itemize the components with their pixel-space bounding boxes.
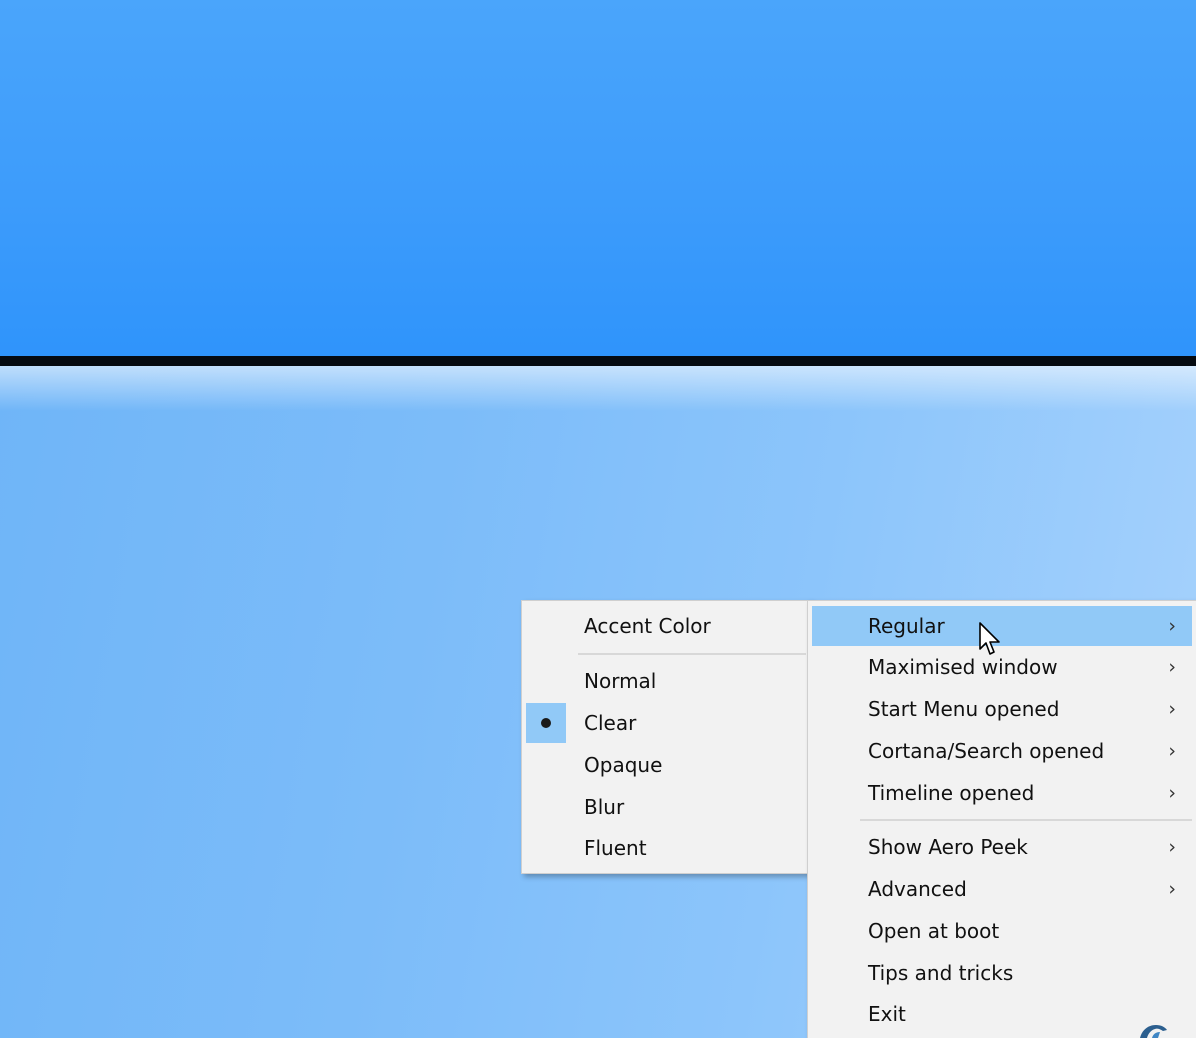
radio-dot-icon — [526, 703, 566, 743]
menu-item-label: Tips and tricks — [868, 961, 1014, 985]
menu-item-tips-and-tricks[interactable]: Tips and tricks — [812, 953, 1192, 993]
menu-item-label: Start Menu opened — [868, 697, 1060, 721]
window-border — [0, 356, 1196, 366]
menu-item-label: Accent Color — [584, 614, 711, 638]
menu-item-label: Normal — [584, 669, 657, 693]
menu-item-label: Regular — [868, 614, 945, 638]
menu-item-label: Exit — [868, 1002, 906, 1026]
menu-item-normal[interactable]: Normal — [526, 661, 806, 701]
tray-context-menu: Regular › Maximised window › Start Menu … — [807, 600, 1196, 1038]
menu-header-accent-color[interactable]: Accent Color — [526, 606, 806, 646]
menu-item-fluent[interactable]: Fluent — [526, 828, 806, 868]
menu-item-label: Blur — [584, 795, 625, 819]
menu-item-label: Open at boot — [868, 919, 1000, 943]
chevron-right-icon: › — [1168, 740, 1176, 762]
menu-item-regular[interactable]: Regular › — [812, 606, 1192, 646]
menu-item-timeline-opened[interactable]: Timeline opened › — [812, 773, 1192, 813]
app-logo-icon — [1140, 1025, 1167, 1038]
menu-item-clear[interactable]: Clear — [526, 703, 806, 743]
accent-color-submenu: Accent Color Normal Clear Opaque Blur Fl… — [521, 600, 811, 874]
menu-separator — [860, 819, 1192, 821]
menu-item-advanced[interactable]: Advanced › — [812, 869, 1192, 909]
menu-item-label: Clear — [584, 711, 637, 735]
menu-item-label: Fluent — [584, 836, 647, 860]
menu-item-label: Cortana/Search opened — [868, 739, 1105, 763]
chevron-right-icon: › — [1168, 782, 1176, 804]
menu-item-maximised-window[interactable]: Maximised window › — [812, 647, 1192, 687]
menu-item-start-menu-opened[interactable]: Start Menu opened › — [812, 689, 1192, 729]
menu-item-blur[interactable]: Blur — [526, 787, 806, 827]
menu-item-cortana-search-opened[interactable]: Cortana/Search opened › — [812, 731, 1192, 771]
menu-item-exit[interactable]: Exit — [812, 994, 1192, 1034]
chevron-right-icon: › — [1168, 656, 1176, 678]
menu-item-label: Opaque — [584, 753, 663, 777]
menu-item-label: Maximised window — [868, 655, 1058, 679]
menu-item-opaque[interactable]: Opaque — [526, 745, 806, 785]
top-window-area — [0, 0, 1196, 356]
chevron-right-icon: › — [1168, 698, 1176, 720]
chevron-right-icon: › — [1168, 615, 1176, 637]
menu-item-show-aero-peek[interactable]: Show Aero Peek › — [812, 827, 1192, 867]
menu-item-label: Advanced — [868, 877, 967, 901]
menu-item-label: Show Aero Peek — [868, 835, 1028, 859]
menu-separator — [578, 653, 806, 655]
mouse-pointer-icon — [979, 622, 1000, 655]
menu-item-open-at-boot[interactable]: Open at boot — [812, 911, 1192, 951]
menu-item-label: Timeline opened — [868, 781, 1035, 805]
chevron-right-icon: › — [1168, 878, 1176, 900]
chevron-right-icon: › — [1168, 836, 1176, 858]
